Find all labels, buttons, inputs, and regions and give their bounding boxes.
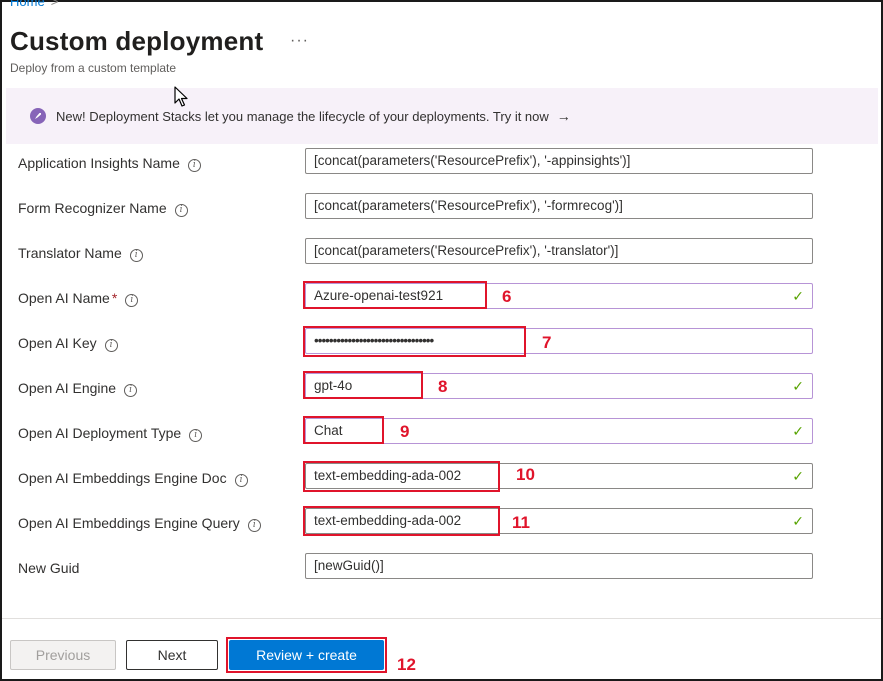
field-label: New Guid xyxy=(18,560,80,576)
new-guid-input[interactable]: [newGuid()] xyxy=(305,553,813,579)
checkmark-icon: ✓ xyxy=(792,468,804,484)
info-icon[interactable]: i xyxy=(125,293,139,307)
info-icon[interactable]: i xyxy=(234,473,248,487)
page-subtitle: Deploy from a custom template xyxy=(10,61,177,75)
field-label: Open AI Embeddings Engine Doc i xyxy=(18,470,248,487)
open-ai-name-value: Azure-openai-test921 xyxy=(314,288,444,303)
banner-text: New! Deployment Stacks let you manage th… xyxy=(56,108,549,124)
field-row-form-recognizer-name: Form Recognizer Name i [concat(parameters… xyxy=(0,193,883,227)
info-icon[interactable]: i xyxy=(189,428,203,442)
field-label: Open AI Embeddings Engine Query i xyxy=(18,515,261,532)
next-button[interactable]: Next xyxy=(126,640,218,670)
translator-name-input[interactable]: [concat(parameters('ResourcePrefix'), '-… xyxy=(305,238,813,264)
open-ai-embeddings-engine-query-input[interactable]: text-embedding-ada-002 ✓ xyxy=(305,508,813,534)
mouse-cursor-icon xyxy=(174,86,188,107)
field-label: Open AI Deployment Type i xyxy=(18,425,203,442)
breadcrumb-separator: > xyxy=(50,0,59,9)
previous-button[interactable]: Previous xyxy=(10,640,116,670)
checkmark-icon: ✓ xyxy=(792,288,804,304)
field-label: Open AI Name * i xyxy=(18,290,139,307)
field-label: Open AI Engine i xyxy=(18,380,138,397)
arrow-right-icon[interactable]: → xyxy=(557,108,571,124)
open-ai-deployment-type-input[interactable]: Chat ✓ xyxy=(305,418,813,444)
info-icon[interactable]: i xyxy=(187,158,201,172)
field-row-open-ai-name: Open AI Name * i Azure-openai-test921 ✓ xyxy=(0,283,883,317)
deployment-stacks-banner[interactable]: New! Deployment Stacks let you manage th… xyxy=(6,88,878,144)
annotation-number-10: 10 xyxy=(516,465,535,484)
checkmark-icon: ✓ xyxy=(792,513,804,529)
annotation-number-12: 12 xyxy=(397,655,416,674)
breadcrumb: Home > xyxy=(10,0,58,9)
form-recognizer-name-input[interactable]: [concat(parameters('ResourcePrefix'), '-… xyxy=(305,193,813,219)
required-asterisk: * xyxy=(111,290,118,306)
open-ai-engine-input[interactable]: gpt-4o ✓ xyxy=(305,373,813,399)
info-icon[interactable]: i xyxy=(129,248,143,262)
field-label: Translator Name i xyxy=(18,245,143,262)
field-label: Open AI Key i xyxy=(18,335,118,352)
review-create-button[interactable]: Review + create xyxy=(229,640,384,670)
field-row-new-guid: New Guid [newGuid()] xyxy=(0,553,883,587)
more-options-button[interactable]: ··· xyxy=(290,32,309,50)
checkmark-icon: ✓ xyxy=(792,423,804,439)
info-icon[interactable]: i xyxy=(247,518,261,532)
checkmark-icon: ✓ xyxy=(792,378,804,394)
open-ai-name-input[interactable]: Azure-openai-test921 ✓ xyxy=(305,283,813,309)
open-ai-key-value: •••••••••••••••••••••••••••••••• xyxy=(314,333,434,348)
annotation-number-8: 8 xyxy=(438,377,448,396)
field-row-translator-name: Translator Name i [concat(parameters('Res… xyxy=(0,238,883,272)
info-icon[interactable]: i xyxy=(174,203,188,217)
field-label: Application Insights Name i xyxy=(18,155,201,172)
breadcrumb-home-link[interactable]: Home xyxy=(10,0,45,9)
field-row-application-insights-name: Application Insights Name i [concat(param… xyxy=(0,148,883,182)
application-insights-name-input[interactable]: [concat(parameters('ResourcePrefix'), '-… xyxy=(305,148,813,174)
open-ai-embeddings-engine-doc-value: text-embedding-ada-002 xyxy=(314,468,462,483)
field-row-open-ai-embeddings-engine-doc: Open AI Embeddings Engine Doc i text-embe… xyxy=(0,463,883,497)
page-title: Custom deployment xyxy=(10,26,264,56)
annotation-number-9: 9 xyxy=(400,422,410,441)
open-ai-key-input[interactable]: •••••••••••••••••••••••••••••••• xyxy=(305,328,813,354)
field-row-open-ai-key: Open AI Key i •••••••••••••••••••••••••••… xyxy=(0,328,883,362)
info-icon[interactable]: i xyxy=(104,338,118,352)
footer-divider xyxy=(2,618,881,619)
annotation-number-6: 6 xyxy=(502,287,512,306)
open-ai-embeddings-engine-query-value: text-embedding-ada-002 xyxy=(314,513,462,528)
rocket-badge-icon xyxy=(30,108,46,124)
open-ai-engine-value: gpt-4o xyxy=(314,378,353,393)
field-label: Form Recognizer Name i xyxy=(18,200,188,217)
field-row-open-ai-embeddings-engine-query: Open AI Embeddings Engine Query i text-em… xyxy=(0,508,883,542)
open-ai-deployment-type-value: Chat xyxy=(314,423,343,438)
info-icon[interactable]: i xyxy=(124,383,138,397)
annotation-number-11: 11 xyxy=(512,513,530,532)
annotation-number-7: 7 xyxy=(542,333,552,352)
open-ai-embeddings-engine-doc-input[interactable]: text-embedding-ada-002 ✓ xyxy=(305,463,813,489)
field-row-open-ai-deployment-type: Open AI Deployment Type i Chat ✓ xyxy=(0,418,883,452)
